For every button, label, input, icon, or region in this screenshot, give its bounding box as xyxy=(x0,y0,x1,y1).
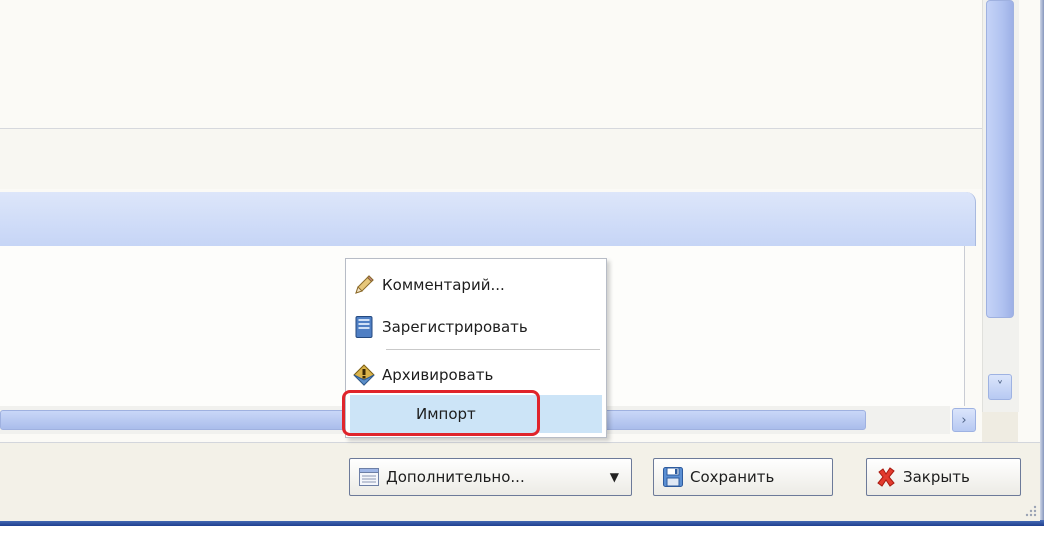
red-x-icon xyxy=(875,466,897,488)
scroll-down-button[interactable]: ˅ xyxy=(988,374,1012,400)
resize-grip-icon[interactable] xyxy=(1024,504,1038,518)
menu-item-archive[interactable]: Архивировать xyxy=(352,359,602,391)
dropdown-arrow-icon: ▼ xyxy=(609,470,619,484)
chevron-down-icon: ˅ xyxy=(996,379,1004,395)
menu-item-label: Комментарий... xyxy=(382,276,505,294)
menu-item-register[interactable]: Зарегистрировать xyxy=(352,311,602,343)
menu-item-label: Архивировать xyxy=(382,366,494,384)
menu-item-label: Зарегистрировать xyxy=(382,318,528,336)
grid-header xyxy=(0,192,976,246)
save-button[interactable]: Сохранить xyxy=(653,458,833,496)
close-label: Закрыть xyxy=(903,468,970,486)
menu-separator xyxy=(386,349,600,350)
list-icon xyxy=(358,466,380,488)
callout-highlight-box xyxy=(342,390,540,436)
save-label: Сохранить xyxy=(690,468,775,486)
form-area-middle xyxy=(0,129,982,189)
form-area-top xyxy=(0,0,982,129)
chevron-right-icon: › xyxy=(961,412,967,428)
save-disk-icon xyxy=(662,466,684,488)
window-frame-right xyxy=(1040,0,1044,526)
close-button[interactable]: Закрыть xyxy=(866,458,1021,496)
more-actions-button[interactable]: Дополнительно... ▼ xyxy=(349,458,632,496)
vertical-scrollbar-thumb[interactable] xyxy=(986,0,1014,318)
more-actions-label: Дополнительно... xyxy=(386,468,525,486)
pencil-icon xyxy=(352,273,376,297)
scrollbar-corner xyxy=(982,412,1018,442)
register-book-icon xyxy=(352,315,376,339)
archive-icon xyxy=(352,363,376,387)
scroll-right-button[interactable]: › xyxy=(952,408,976,432)
menu-item-comment[interactable]: Комментарий... xyxy=(352,269,602,301)
